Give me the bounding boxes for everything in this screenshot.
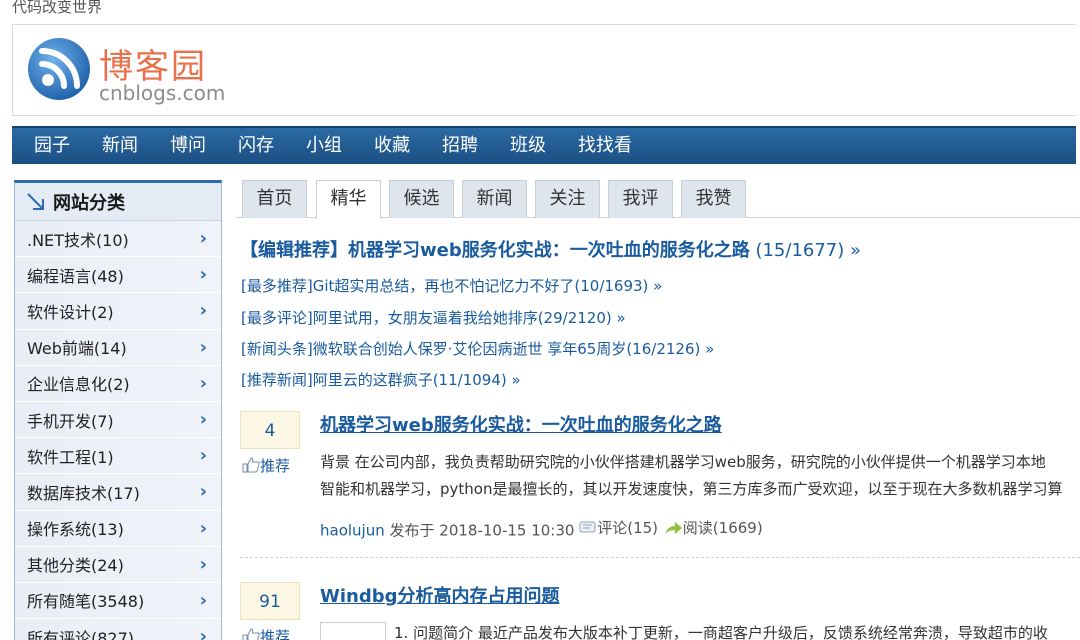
nav-item-yuanzi[interactable]: 园子 — [34, 128, 70, 164]
post-thumbnail[interactable] — [320, 622, 386, 640]
comments-count: 评论(15) — [597, 519, 659, 537]
site-header: 博客园 cnblogs.com — [12, 24, 1076, 116]
sidebar-item-label: .NET技术(10) — [27, 230, 129, 250]
tab-picks[interactable]: 精华 — [316, 180, 381, 219]
tab-news[interactable]: 新闻 — [462, 180, 527, 218]
rec-most-recommended[interactable]: [最多推荐]Git超实用总结，再也不怕记忆力不好了(10/1693) » — [241, 275, 662, 296]
sidebar-item-database[interactable]: 数据库技术(17) › — [15, 474, 221, 511]
chevron-right-icon: › — [199, 553, 207, 575]
sidebar-item-enterprise[interactable]: 企业信息化(2) › — [15, 365, 221, 402]
sidebar-item-web-frontend[interactable]: Web前端(14) › — [15, 329, 221, 366]
sidebar-item-all-comments[interactable]: 所有评论(827) › — [15, 619, 221, 640]
tab-following[interactable]: 关注 — [535, 180, 600, 218]
digg-count: 91 — [240, 582, 300, 620]
chevron-right-icon: › — [199, 372, 207, 394]
sidebar-item-label: 操作系统(13) — [27, 520, 124, 540]
cnblogs-logo-icon[interactable] — [27, 37, 91, 101]
chevron-right-icon: › — [199, 264, 207, 286]
post-summary-line1: 背景 在公司内部，我负责帮助研究院的小伙伴搭建机器学习web服务，研究院的小伙伴… — [320, 453, 1046, 471]
site-slogan: 代码改变世界 — [12, 0, 103, 16]
nav-item-favorites[interactable]: 收藏 — [374, 128, 410, 164]
rec-most-commented[interactable]: [最多评论]阿里试用，女朋友逼着我给她排序(29/2120) » — [241, 307, 626, 328]
category-sidebar: 网站分类 .NET技术(10) › 编程语言(48) › 软件设计(2) › Web前… — [14, 180, 222, 640]
tab-candidates[interactable]: 候选 — [389, 180, 454, 218]
post-meta: haolujun 发布于 2018-10-15 10:30 评论(15) 阅读(… — [320, 517, 763, 541]
reads-count: 阅读(1669) — [682, 519, 763, 537]
digg-count: 4 — [240, 411, 300, 449]
chevron-right-icon: › — [199, 481, 207, 503]
post-author-link[interactable]: haolujun — [320, 522, 385, 540]
content-tabs: 首页 精华 候选 新闻 关注 我评 我赞 — [236, 178, 1080, 219]
nav-item-groups[interactable]: 小组 — [306, 128, 342, 164]
nav-item-search[interactable]: 找找看 — [578, 128, 632, 164]
tab-home[interactable]: 首页 — [242, 180, 307, 218]
sidebar-item-all-posts[interactable]: 所有随笔(3548) › — [15, 582, 221, 620]
main-nav: 园子 新闻 博问 闪存 小组 收藏 招聘 班级 找找看 — [12, 126, 1076, 164]
nav-item-news[interactable]: 新闻 — [102, 128, 138, 164]
arrow-down-right-icon — [27, 192, 44, 210]
tab-my-likes[interactable]: 我赞 — [681, 180, 746, 218]
post-summary-line1: 1. 问题简介 最近产品发布大版本补丁更新，一商超客户升级后，反馈系统经常奔溃，… — [394, 624, 1048, 640]
nav-item-jobs[interactable]: 招聘 — [442, 128, 478, 164]
sidebar-item-software-eng[interactable]: 软件工程(1) › — [15, 438, 221, 475]
sidebar-item-label: 企业信息化(2) — [27, 375, 130, 395]
recommend-button[interactable]: 推荐 — [242, 626, 290, 640]
recommend-label: 推荐 — [260, 457, 291, 475]
headline-text: 【编辑推荐】机器学习web服务化实战：一次吐血的服务化之路 — [240, 240, 750, 261]
comment-icon — [579, 521, 596, 532]
reads-link[interactable]: 阅读(1669) — [663, 517, 763, 538]
nav-item-questions[interactable]: 博问 — [170, 128, 206, 164]
sidebar-item-programming[interactable]: 编程语言(48) › — [15, 257, 221, 294]
sidebar-item-label: 数据库技术(17) — [27, 483, 140, 503]
sidebar-item-other[interactable]: 其他分类(24) › — [15, 546, 221, 583]
sidebar-item-mobile[interactable]: 手机开发(7) › — [15, 401, 221, 439]
post-item: 4 推荐 机器学习web服务化实战：一次吐血的服务化之路 背景 在公司内部，我负… — [240, 411, 1080, 551]
tab-my-comments[interactable]: 我评 — [608, 180, 673, 218]
headline-count: (15/1677) » — [749, 240, 862, 261]
chevron-right-icon: › — [199, 300, 207, 322]
sidebar-item-label: Web前端(14) — [27, 339, 127, 359]
rec-recommended-news[interactable]: [推荐新闻]阿里云的这群疯子(11/1094) » — [241, 369, 521, 390]
recommend-button[interactable]: 推荐 — [242, 455, 290, 476]
chevron-right-icon: › — [199, 626, 207, 640]
post-summary-line2: 智能和机器学习，python是最擅长的，其以开发速度快，第三方库多而广受欢迎，以… — [320, 480, 1063, 498]
sidebar-item-label: 所有评论(827) — [27, 628, 135, 640]
chevron-right-icon: › — [199, 336, 207, 358]
logo-text-en[interactable]: cnblogs.com — [99, 81, 225, 105]
chevron-right-icon: › — [199, 445, 207, 467]
sidebar-item-label: 手机开发(7) — [27, 411, 114, 431]
sidebar-item-label: 软件工程(1) — [27, 447, 114, 467]
recommend-label: 推荐 — [260, 628, 291, 640]
post-title-link[interactable]: 机器学习web服务化实战：一次吐血的服务化之路 — [320, 411, 722, 437]
sidebar-item-label: 所有随笔(3548) — [27, 592, 145, 612]
sidebar-item-dotnet[interactable]: .NET技术(10) › — [15, 221, 221, 258]
post-divider — [240, 557, 1080, 558]
post-date: 发布于 2018-10-15 10:30 — [384, 521, 580, 540]
sidebar-title: 网站分类 — [15, 183, 221, 221]
chevron-right-icon: › — [199, 228, 207, 250]
sidebar-item-software-design[interactable]: 软件设计(2) › — [15, 293, 221, 330]
sidebar-title-text: 网站分类 — [53, 192, 125, 214]
nav-item-flash[interactable]: 闪存 — [238, 128, 274, 164]
nav-item-classes[interactable]: 班级 — [510, 128, 546, 164]
chevron-right-icon: › — [199, 409, 207, 431]
post-item: 91 推荐 Windbg分析高内存占用问题 1. 问题简介 最近产品发布大版本补… — [240, 582, 1080, 640]
sidebar-item-label: 编程语言(48) — [27, 266, 124, 286]
share-arrow-icon — [664, 521, 682, 534]
sidebar-item-label: 软件设计(2) — [27, 302, 114, 322]
chevron-right-icon: › — [199, 589, 207, 611]
chevron-right-icon: › — [199, 517, 207, 539]
rec-headline-news[interactable]: [新闻头条]微软联合创始人保罗·艾伦因病逝世 享年65周岁(16/2126) » — [241, 338, 714, 359]
sidebar-item-os[interactable]: 操作系统(13) › — [15, 510, 221, 547]
comments-link[interactable]: 评论(15) — [579, 517, 658, 538]
post-title-link[interactable]: Windbg分析高内存占用问题 — [320, 582, 560, 608]
sidebar-item-label: 其他分类(24) — [27, 556, 124, 576]
editor-pick-headline[interactable]: 【编辑推荐】机器学习web服务化实战：一次吐血的服务化之路 (15/1677) … — [240, 236, 861, 262]
thumbs-up-icon — [242, 457, 260, 473]
thumbs-up-icon — [242, 628, 260, 640]
